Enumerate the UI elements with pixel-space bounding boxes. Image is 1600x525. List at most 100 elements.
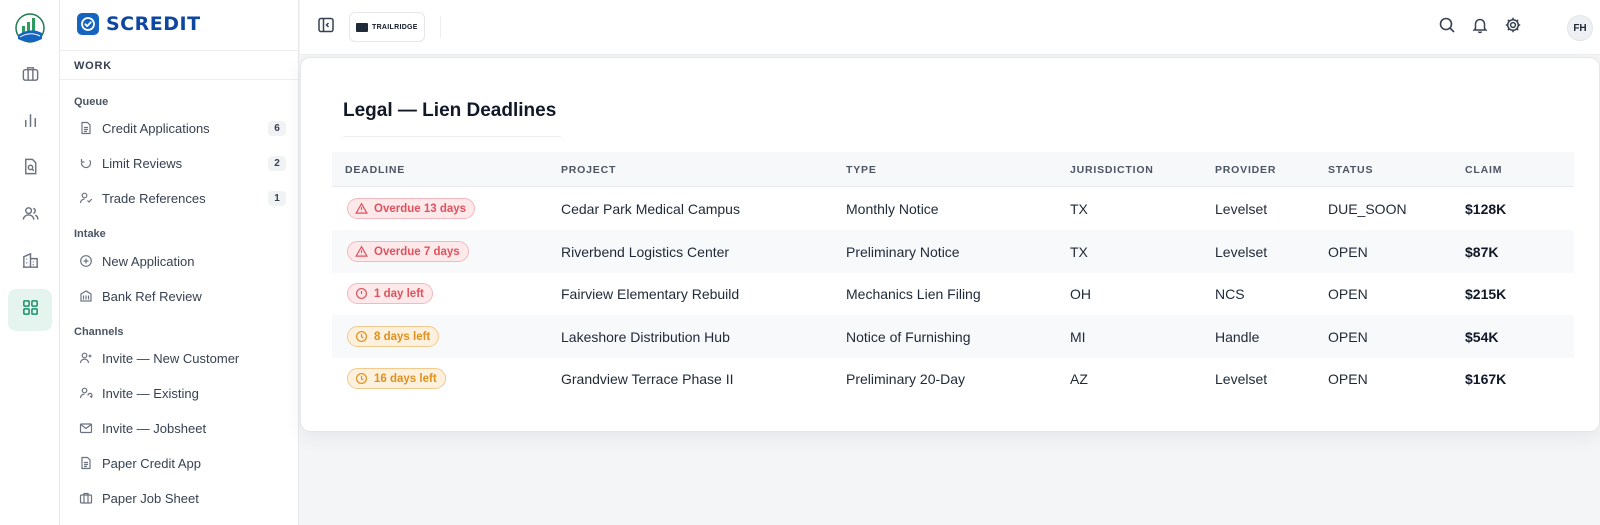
provider-cell: Levelset <box>1215 244 1268 260</box>
deadline-badge: 16 days left <box>347 368 446 389</box>
user-avatar[interactable]: FH <box>1567 15 1593 41</box>
brand[interactable]: SCREDIT <box>77 12 201 36</box>
column-header-deadline[interactable]: DEADLINE <box>345 164 405 176</box>
deadline-text: Overdue 13 days <box>374 202 467 215</box>
group-label-queue: Queue <box>74 96 109 108</box>
type-cell: Notice of Furnishing <box>846 329 971 345</box>
rail-dashboard-button[interactable] <box>8 289 52 331</box>
rail-companies-button[interactable] <box>8 242 52 284</box>
app-logo-icon[interactable] <box>14 11 46 45</box>
page-title: Legal — Lien Deadlines <box>343 100 557 121</box>
column-header-status[interactable]: STATUS <box>1328 164 1373 176</box>
status-cell: OPEN <box>1328 244 1368 260</box>
mail-icon <box>79 421 93 435</box>
jurisdiction-cell: AZ <box>1070 371 1088 387</box>
users-icon <box>21 204 40 228</box>
table-header: DEADLINE PROJECT TYPE JURISDICTION PROVI… <box>332 152 1574 187</box>
warning-icon <box>355 202 368 215</box>
title-divider <box>343 136 561 137</box>
sidebar: SCREDIT WORK Queue Credit Applications 6… <box>60 0 299 525</box>
nav-item-label: Credit Applications <box>102 120 210 136</box>
table-row[interactable]: Overdue 7 days Riverbend Logistics Cente… <box>332 230 1574 273</box>
claim-cell: $128K <box>1465 201 1507 217</box>
status-cell: DUE_SOON <box>1328 201 1407 217</box>
organization-logo-icon <box>356 22 368 32</box>
nav-item-invite-jobsheet[interactable]: Invite — Jobsheet <box>70 413 292 443</box>
gear-icon <box>1504 16 1522 39</box>
user-plus-icon <box>79 351 93 365</box>
deadline-text: Overdue 7 days <box>374 245 460 258</box>
sidebar-collapse-icon <box>317 16 335 39</box>
nav-item-paper-job-sheet[interactable]: Paper Job Sheet <box>70 483 292 513</box>
jurisdiction-cell: MI <box>1070 329 1086 345</box>
organization-switcher[interactable]: TRAILRIDGE <box>349 12 425 42</box>
project-cell: Lakeshore Distribution Hub <box>561 329 730 345</box>
count-badge: 1 <box>268 191 286 206</box>
nav-item-label: Invite — New Customer <box>102 350 240 366</box>
column-header-jurisdiction[interactable]: JURISDICTION <box>1070 164 1154 176</box>
nav-item-credit-applications[interactable]: Credit Applications 6 <box>70 113 292 143</box>
building-icon <box>21 251 40 275</box>
notifications-button[interactable] <box>1469 16 1491 38</box>
nav-item-limit-reviews[interactable]: Limit Reviews 2 <box>70 148 292 178</box>
rail-briefcase-button[interactable] <box>8 55 52 97</box>
organization-name: TRAILRIDGE <box>372 23 418 31</box>
type-cell: Mechanics Lien Filing <box>846 286 981 302</box>
status-cell: OPEN <box>1328 286 1368 302</box>
clock-icon <box>355 330 368 343</box>
nav-item-label: Trade References <box>102 190 206 206</box>
column-header-claim[interactable]: CLAIM <box>1465 164 1502 176</box>
deadline-text: 8 days left <box>374 330 431 343</box>
nav-item-label: Invite — Jobsheet <box>102 420 207 436</box>
status-cell: OPEN <box>1328 371 1368 387</box>
nav-item-invite-existing[interactable]: Invite — Existing <box>70 378 292 408</box>
deadline-text: 1 day left <box>374 287 424 300</box>
group-label-channels: Channels <box>74 326 124 338</box>
rail-reports-button[interactable] <box>8 102 52 144</box>
count-badge: 2 <box>268 156 286 171</box>
column-header-provider[interactable]: PROVIDER <box>1215 164 1276 176</box>
column-header-type[interactable]: TYPE <box>846 164 877 176</box>
table-row[interactable]: 1 day left Fairview Elementary Rebuild M… <box>332 272 1574 315</box>
type-cell: Preliminary 20-Day <box>846 371 966 387</box>
warning-icon <box>355 245 368 258</box>
table-row[interactable]: 16 days left Grandview Terrace Phase II … <box>332 357 1574 400</box>
search-icon <box>1438 16 1456 39</box>
nav-item-label: Invite — Existing <box>102 385 199 401</box>
sidebar-toggle-button[interactable] <box>312 13 340 41</box>
settings-button[interactable] <box>1502 16 1524 38</box>
type-cell: Preliminary Notice <box>846 244 960 260</box>
nav-item-invite-new-customer[interactable]: Invite — New Customer <box>70 343 292 373</box>
nav-item-new-application[interactable]: New Application <box>70 246 292 276</box>
user-refresh-icon <box>79 386 93 400</box>
document-icon <box>79 456 93 470</box>
provider-cell: Handle <box>1215 329 1260 345</box>
nav-item-label: Paper Credit App <box>102 455 202 471</box>
plus-circle-icon <box>79 254 93 268</box>
status-cell: OPEN <box>1328 329 1368 345</box>
nav-item-bank-ref-review[interactable]: Bank Ref Review <box>70 281 292 311</box>
rail-documents-button[interactable] <box>8 148 52 190</box>
nav-item-label: Paper Job Sheet <box>102 490 199 506</box>
top-bar-divider <box>440 16 441 38</box>
claim-cell: $215K <box>1465 286 1507 302</box>
deadline-badge: 8 days left <box>347 326 440 347</box>
project-cell: Fairview Elementary Rebuild <box>561 286 740 302</box>
bar-chart-icon <box>21 111 40 135</box>
nav-item-paper-credit-app[interactable]: Paper Credit App <box>70 448 292 478</box>
search-button[interactable] <box>1436 16 1458 38</box>
user-check-icon <box>79 191 93 205</box>
briefcase-icon <box>79 491 93 505</box>
rail-users-button[interactable] <box>8 195 52 237</box>
table-row[interactable]: Overdue 13 days Cedar Park Medical Campu… <box>332 187 1574 230</box>
clock-icon <box>355 372 368 385</box>
sidebar-section-title: WORK <box>74 60 113 72</box>
nav-item-label: New Application <box>102 253 195 269</box>
nav-item-trade-references[interactable]: Trade References 1 <box>70 183 292 213</box>
top-bar: TRAILRIDGE FH <box>300 0 1600 55</box>
jurisdiction-cell: OH <box>1070 286 1091 302</box>
type-cell: Monthly Notice <box>846 201 939 217</box>
alert-circle-icon <box>355 287 368 300</box>
column-header-project[interactable]: PROJECT <box>561 164 616 176</box>
table-row[interactable]: 8 days left Lakeshore Distribution Hub N… <box>332 315 1574 358</box>
